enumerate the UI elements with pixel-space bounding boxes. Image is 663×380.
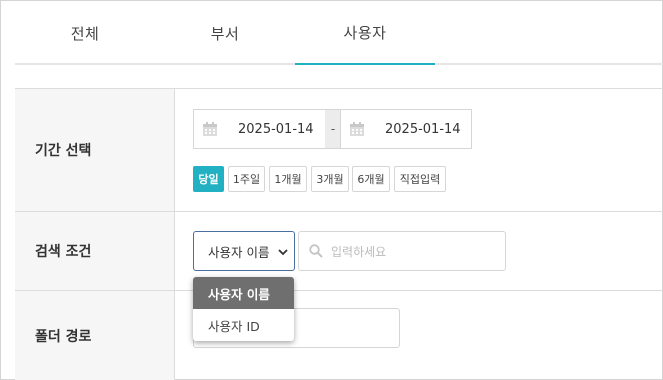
search-condition-label: 검색 조건 <box>15 212 175 290</box>
quick-1week-button[interactable]: 1주일 <box>228 166 265 192</box>
end-date-field[interactable]: 2025-01-14 <box>340 109 472 149</box>
date-separator: - <box>325 109 341 149</box>
tab-all[interactable]: 전체 <box>15 1 155 65</box>
calendar-icon <box>202 121 218 137</box>
calendar-icon <box>349 121 365 137</box>
dropdown-option-user-id[interactable]: 사용자 ID <box>193 309 294 341</box>
search-placeholder: 입력하세요 <box>331 244 387 259</box>
quick-6month-button[interactable]: 6개월 <box>352 166 390 192</box>
quick-today-button[interactable]: 당일 <box>193 166 224 192</box>
start-date-value: 2025-01-14 <box>238 121 314 137</box>
chevron-down-icon <box>278 245 288 256</box>
user-search-panel: 전체 부서 사용자 기간 선택 2025-01-14 - 2025-01-14 … <box>0 0 663 380</box>
search-form: 기간 선택 2025-01-14 - 2025-01-14 당일 1주일 1개월… <box>15 88 663 380</box>
search-icon <box>309 244 323 258</box>
search-condition-row: 검색 조건 사용자 이름 입력하세요 <box>15 212 663 291</box>
search-type-value: 사용자 이름 <box>208 244 270 260</box>
end-date-value: 2025-01-14 <box>385 121 461 137</box>
dropdown-option-user-name[interactable]: 사용자 이름 <box>193 277 294 309</box>
tab-department[interactable]: 부서 <box>155 1 295 65</box>
quick-custom-button[interactable]: 직접입력 <box>394 166 446 192</box>
quick-1month-button[interactable]: 1개월 <box>269 166 307 192</box>
search-type-dropdown: 사용자 이름 사용자 ID <box>193 277 294 341</box>
period-label: 기간 선택 <box>15 89 175 211</box>
quick-3month-button[interactable]: 3개월 <box>311 166 349 192</box>
tab-bar: 전체 부서 사용자 <box>15 1 663 65</box>
search-input[interactable]: 입력하세요 <box>298 231 506 271</box>
tab-user[interactable]: 사용자 <box>295 1 435 65</box>
start-date-field[interactable]: 2025-01-14 <box>193 109 326 149</box>
search-type-select[interactable]: 사용자 이름 <box>193 231 295 271</box>
folder-path-row: 폴더 경로 <box>15 291 663 380</box>
folder-path-label: 폴더 경로 <box>15 291 175 380</box>
period-row: 기간 선택 2025-01-14 - 2025-01-14 당일 1주일 1개월… <box>15 89 663 212</box>
